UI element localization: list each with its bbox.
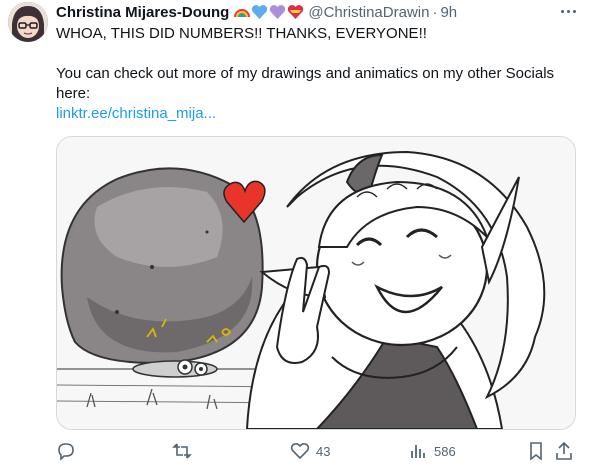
- dot-separator: ·: [432, 3, 438, 21]
- retweet-icon: [172, 443, 192, 459]
- tweet-text-line: You can check out more of my drawings an…: [56, 65, 555, 102]
- tweet-text-line: WHOA, THIS DID NUMBERS!! THANKS, EVERYON…: [56, 25, 427, 42]
- tweet-header: Christina Mijares-Doung @ChristinaDrawin…: [56, 2, 560, 22]
- author-avatar[interactable]: [8, 2, 48, 42]
- share-button[interactable]: [554, 440, 574, 462]
- tweet-action-bar: 43 586: [56, 440, 576, 464]
- like-count: 43: [316, 443, 331, 459]
- like-button[interactable]: 43: [290, 440, 330, 462]
- views-count: 586: [434, 443, 456, 459]
- views-chart-icon: [411, 445, 425, 458]
- tweet-media[interactable]: [56, 136, 576, 430]
- tweet-text: WHOA, THIS DID NUMBERS!! THANKS, EVERYON…: [56, 24, 576, 124]
- more-options-icon[interactable]: [558, 4, 578, 18]
- reply-button[interactable]: [56, 440, 82, 462]
- bookmark-icon: [530, 442, 542, 461]
- tweet-time[interactable]: 9h: [440, 4, 457, 21]
- bookmark-button[interactable]: [526, 440, 546, 462]
- tweet-link[interactable]: linktr.ee/christina_mija...: [56, 105, 216, 122]
- blue-heart-icon: [252, 5, 268, 20]
- rainbow-icon: [234, 9, 251, 18]
- author-name[interactable]: Christina Mijares-Doung: [56, 4, 229, 21]
- author-handle[interactable]: @ChristinaDrawin: [308, 4, 429, 21]
- retweet-button[interactable]: [172, 440, 198, 462]
- reply-icon: [58, 443, 74, 461]
- avatar-image: [8, 2, 48, 42]
- artwork-illustration: [57, 137, 575, 429]
- heart-icon: [290, 442, 310, 460]
- heart-with-ribbon-icon: [288, 5, 304, 20]
- share-icon: [556, 441, 572, 460]
- purple-heart-icon: [270, 5, 286, 20]
- name-emoji-row: [234, 4, 304, 20]
- views-button[interactable]: 586: [408, 440, 456, 462]
